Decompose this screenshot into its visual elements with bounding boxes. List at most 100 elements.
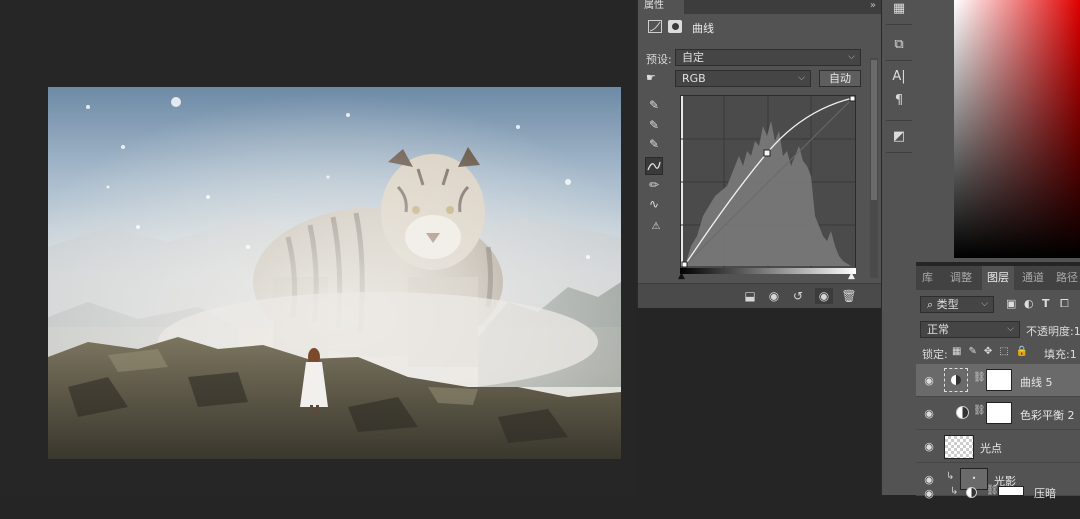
tab-layers[interactable]: 图层 [982,266,1014,290]
chevron-down-icon: ⌵ [1007,324,1014,334]
layer-mask-thumbnail[interactable] [986,402,1012,424]
pencil-icon[interactable]: ✏ [645,176,663,194]
black-slider-icon[interactable]: ▲ [678,271,685,281]
fill-label: 填充:1 [1044,346,1077,362]
clone-source-icon[interactable]: ⧉ [890,36,908,54]
adjustment-icon [966,487,977,498]
view-previous-state-icon[interactable]: ◉ [765,288,783,304]
auto-button[interactable]: 自动 [819,70,861,87]
channel-select[interactable]: RGB ⌵ [675,70,811,87]
opacity-label-text: 不透明度: [1026,325,1074,338]
layers-panel: 库 调整 图层 通道 路径 ⌕ 类型 ⌵ ▣ ◐ T ⧠ 正常 ⌵ 不透明度:1… [916,266,1080,500]
curves-adjustment-icon [648,20,662,33]
layer-name[interactable]: 压暗 [1034,485,1056,501]
filter-shape-icon[interactable]: ⧠ [1060,297,1069,311]
blend-mode-select[interactable]: 正常 ⌵ [920,321,1020,338]
eye-icon[interactable]: ◉ [815,288,833,304]
eye-icon[interactable]: ◉ [922,374,936,387]
divider [886,120,912,121]
clip-to-layer-icon[interactable]: ⬓ [741,288,759,304]
layers-tabbar: 库 调整 图层 通道 路径 [916,266,1080,290]
adjustments-panel-icon[interactable]: ◩ [890,128,908,146]
layer-name[interactable]: 色彩平衡 2 [1020,407,1075,423]
divider [886,60,912,61]
black-point-eyedropper-icon[interactable]: ✎ [645,96,663,114]
color-field[interactable] [954,0,1080,258]
smooth-curve-icon[interactable]: ∿ [645,195,663,213]
preset-label: 预设: [646,53,672,66]
preset-value: 自定 [682,51,704,64]
adjustment-thumbnail [944,368,968,392]
paragraph-panel-icon[interactable]: ¶ [890,92,908,110]
chevron-down-icon: ⌵ [798,73,805,83]
link-icon[interactable]: ⛓ [986,485,999,496]
curves-histogram [681,95,856,268]
clipping-arrow-icon: ↳ [946,471,955,482]
chevron-down-icon: ⌵ [981,299,988,309]
panel-menu-icon[interactable]: » [870,0,876,12]
opacity-value[interactable]: 1 [1074,325,1080,338]
reset-icon[interactable]: ↺ [789,288,807,304]
layer-filter-value: 类型 [936,298,959,311]
tab-channels[interactable]: 通道 [1022,266,1044,290]
search-icon: ⌕ [927,298,934,311]
tab-properties[interactable]: 属性 [638,0,684,14]
white-slider-icon[interactable]: ▲ [848,271,855,281]
gray-point-eyedropper-icon[interactable]: ✎ [645,116,663,134]
layer-mask-icon[interactable] [668,20,682,33]
input-gradient-bar [680,268,856,274]
opacity-label: 不透明度:1 [1026,323,1080,339]
clipping-arrow-icon: ↳ [950,486,959,497]
filter-pixel-icon[interactable]: ▣ [1006,297,1016,310]
fill-label-text: 填充: [1044,348,1070,361]
curves-graph[interactable] [680,95,856,269]
tab-paths[interactable]: 路径 [1056,266,1078,290]
target-adjust-hand-icon[interactable]: ☛ [646,71,664,85]
properties-bottom-toolbar: ⬓ ◉ ↺ ◉ 🗑 [638,283,882,308]
divider [886,24,912,25]
curve-icon[interactable] [645,157,663,175]
link-icon[interactable]: ⛓ [973,372,986,383]
properties-panel: 属性 » 曲线 预设: 自定 ⌵ ☛ RGB ⌵ 自动 ✎ ✎ ✎ ✏ ∿ ⚠ [637,0,882,308]
properties-scrollbar-thumb[interactable] [871,60,877,200]
channel-value: RGB [682,72,706,85]
filter-adjustment-icon[interactable]: ◐ [1024,297,1034,310]
filter-type-icon[interactable]: T [1042,297,1050,310]
lock-icons[interactable]: ▦✎✥⬚🔒 [952,346,1035,357]
layer-name[interactable]: 光点 [980,440,1002,456]
trash-icon[interactable]: 🗑 [840,288,858,304]
divider [886,152,912,153]
layer-row[interactable]: ◉ ⛓ 色彩平衡 2 [916,397,1080,430]
tab-adjustments[interactable]: 调整 [950,266,972,290]
document-canvas-area [0,0,637,495]
properties-tabbar: 属性 » [638,0,882,14]
panel-icon-bar: ▦ ⧉ A| ¶ ◩ [881,0,917,495]
document-image[interactable] [48,87,621,459]
eye-icon[interactable]: ◉ [922,473,936,486]
clipping-warning-icon[interactable]: ⚠ [645,218,667,236]
tab-library[interactable]: 库 [922,266,933,290]
layer-mask-thumbnail[interactable] [986,369,1012,391]
blend-mode-value: 正常 [927,323,949,336]
color-picker-panel [916,0,1080,262]
link-icon[interactable]: ⛓ [973,405,986,416]
transparent-layer-thumbnail[interactable] [944,435,974,459]
fill-value[interactable]: 1 [1070,348,1077,361]
tiger-scene-image [48,87,621,459]
eye-icon[interactable]: ◉ [922,407,936,420]
properties-title: 曲线 [692,22,714,35]
preset-select[interactable]: 自定 ⌵ [675,49,861,66]
chevron-down-icon: ⌵ [848,52,855,62]
lock-label: 锁定: [922,348,948,361]
eye-icon[interactable]: ◉ [922,440,936,453]
adjustment-icon [956,406,969,419]
character-panel-icon[interactable]: A| [890,68,908,86]
layer-row[interactable]: ◉ 光点 [916,430,1080,463]
eye-icon[interactable]: ◉ [922,487,936,500]
layer-row[interactable]: ◉ ↳ ⛓ 压暗 [916,485,1080,519]
layer-row[interactable]: ◉ ⛓ 曲线 5 [916,364,1080,397]
white-point-eyedropper-icon[interactable]: ✎ [645,135,663,153]
layer-filter-select[interactable]: ⌕ 类型 ⌵ [920,296,994,313]
histogram-panel-icon[interactable]: ▦ [890,0,908,18]
layer-name[interactable]: 曲线 5 [1020,374,1053,390]
